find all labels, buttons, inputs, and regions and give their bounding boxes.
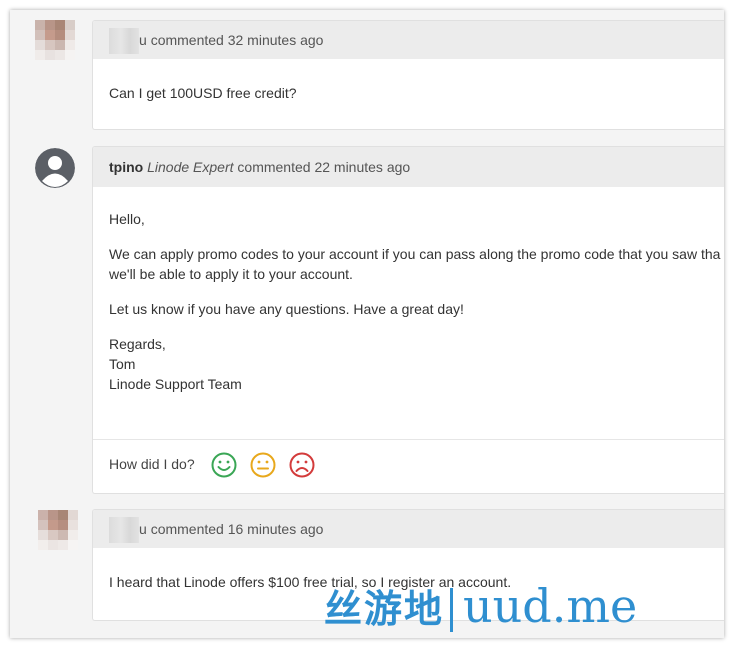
watermark-cjk-text: 丝游地 bbox=[324, 587, 445, 631]
comment-header: u commented 16 minutes ago bbox=[93, 510, 724, 548]
redacted-author-name bbox=[109, 28, 139, 55]
happy-face-icon[interactable] bbox=[211, 452, 237, 478]
comment-timestamp: commented 22 minutes ago bbox=[237, 159, 411, 175]
comment-text: We can apply promo codes to your account… bbox=[109, 246, 721, 262]
comment-card: tpino Linode Expert commented 22 minutes… bbox=[92, 146, 724, 494]
comment-body: Hello, We can apply promo codes to your … bbox=[93, 187, 724, 408]
comment-card: u commented 32 minutes ago Can I get 100… bbox=[92, 20, 724, 130]
neutral-face-icon[interactable] bbox=[250, 452, 276, 478]
comment-thread: u commented 32 minutes ago Can I get 100… bbox=[10, 10, 724, 638]
user-avatar-icon[interactable] bbox=[35, 148, 75, 188]
comment-header: tpino Linode Expert commented 22 minutes… bbox=[93, 147, 724, 187]
site-watermark: 丝游地 uud.me bbox=[324, 578, 637, 638]
comment-timestamp: commented 16 minutes ago bbox=[150, 521, 324, 537]
watermark-domain-text: uud.me bbox=[463, 579, 638, 633]
comment-header: u commented 32 minutes ago bbox=[93, 21, 724, 59]
comment-text: Linode Support Team bbox=[109, 376, 242, 392]
comment-body: Can I get 100USD free credit? bbox=[93, 59, 724, 117]
author-role-badge: Linode Expert bbox=[147, 159, 234, 175]
comment-author[interactable]: u bbox=[139, 32, 147, 48]
sad-face-icon[interactable] bbox=[289, 452, 315, 478]
watermark-divider bbox=[450, 588, 454, 632]
redacted-author-name bbox=[109, 517, 139, 544]
rating-label: How did I do? bbox=[109, 456, 195, 472]
comment-text: Tom bbox=[109, 356, 136, 372]
comment-timestamp: commented 32 minutes ago bbox=[150, 32, 324, 48]
rating-bar: How did I do? bbox=[93, 439, 724, 492]
comment-text: Regards, bbox=[109, 336, 166, 352]
comment-author[interactable]: tpino bbox=[109, 159, 143, 175]
avatar[interactable] bbox=[35, 20, 75, 60]
comment-text: Can I get 100USD free credit? bbox=[109, 85, 297, 101]
comment-text: Let us know if you have any questions. H… bbox=[109, 301, 464, 317]
comment-text: we'll be able to apply it to your accoun… bbox=[109, 266, 353, 282]
comment-author[interactable]: u bbox=[139, 521, 147, 537]
avatar[interactable] bbox=[38, 510, 78, 550]
comment-text: Hello, bbox=[109, 211, 145, 227]
